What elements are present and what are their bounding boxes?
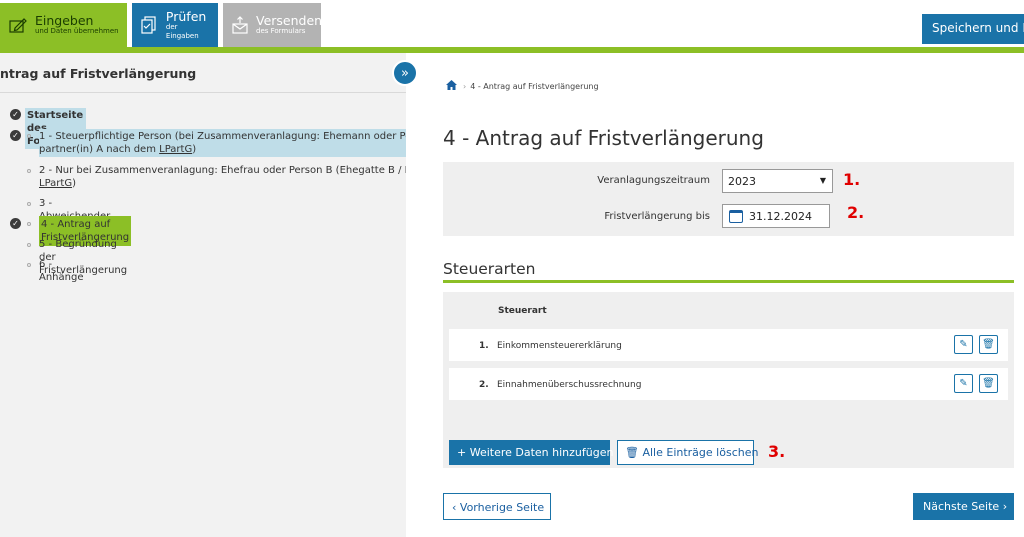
collapse-sidebar-button[interactable]: » — [392, 60, 418, 86]
delete-button[interactable]: 🗑 — [979, 335, 998, 354]
step-subtitle: der Eingaben — [165, 22, 199, 40]
page-title: 4 - Antrag auf Fristverlängerung — [443, 126, 764, 150]
breadcrumb-current: 4 - Antrag auf Fristverlängerung — [470, 82, 599, 91]
annotation-3: 3. — [768, 442, 786, 461]
step-pruefen[interactable]: Prüfen der Eingaben — [132, 3, 218, 47]
row-value: Einkommensteuererklärung — [497, 341, 622, 351]
check-icon: ✓ — [10, 109, 21, 120]
document-check-icon — [140, 16, 159, 34]
caret-down-icon: ▼ — [819, 176, 826, 185]
previous-page-label: Vorherige Seite — [459, 501, 545, 514]
row-value: Einnahmenüberschussrechnung — [497, 380, 642, 390]
section-title: Steuerarten — [443, 260, 536, 278]
edit-button[interactable]: ✎ — [954, 374, 973, 393]
trash-icon: 🗑 — [625, 446, 639, 459]
sidebar-item-label: ) — [192, 144, 197, 155]
step-versenden[interactable]: Versenden des Formulars — [223, 3, 323, 47]
step-title: Prüfen — [165, 8, 207, 24]
table-row: 2. Einnahmenüberschussrechnung ✎ 🗑 — [449, 368, 1008, 400]
chevron-right-icon: › — [463, 82, 467, 91]
double-chevron-right-icon: » — [401, 65, 409, 81]
trash-icon: 🗑 — [982, 339, 995, 350]
sidebar-item-label: 2 - Nur bei Zusammenveranlagung: Ehefrau… — [39, 165, 406, 176]
deadline-label: Fristverlängerung bis — [604, 211, 710, 222]
bullet-icon — [27, 263, 31, 267]
lpartg-link[interactable]: LPartG — [39, 178, 72, 189]
section-divider — [443, 280, 1014, 283]
period-select[interactable]: 2023 ▼ — [722, 169, 833, 193]
delete-all-button[interactable]: 🗑 Alle Einträge löschen — [617, 440, 758, 465]
sidebar-title: ntrag auf Fristverlängerung — [0, 53, 406, 93]
bullet-icon — [27, 243, 31, 247]
sidebar: ntrag auf Fristverlängerung ✓ Startseite… — [0, 53, 406, 537]
check-icon: ✓ — [10, 130, 21, 141]
edit-icon — [8, 16, 28, 34]
lpartg-link[interactable]: LPartG — [159, 144, 192, 155]
bullet-icon — [27, 202, 31, 206]
step-title: Eingeben — [35, 13, 94, 28]
breadcrumb: › 4 - Antrag auf Fristverlängerung — [446, 80, 599, 93]
trash-icon: 🗑 — [982, 378, 995, 389]
delete-all-label: Alle Einträge löschen — [642, 446, 759, 459]
deadline-date-input[interactable]: 31.12.2024 — [722, 204, 830, 228]
period-label: Veranlagungszeitraum — [597, 175, 710, 186]
pencil-icon: ✎ — [959, 378, 968, 389]
delete-button[interactable]: 🗑 — [979, 374, 998, 393]
pencil-icon: ✎ — [959, 339, 968, 350]
calendar-icon[interactable] — [729, 210, 743, 223]
step-title: Versenden — [256, 13, 323, 28]
form-section: Veranlagungszeitraum 2023 ▼ Fristverläng… — [443, 162, 1014, 236]
bullet-icon — [27, 169, 31, 173]
envelope-upload-icon — [231, 16, 249, 34]
deadline-value: 31.12.2024 — [749, 210, 812, 223]
next-page-label: Nächste Seite — [923, 500, 1000, 513]
sidebar-item-label: 1 - Steuerpflichtige Person (bei Zusamme… — [39, 131, 406, 142]
top-bar: Eingeben und Daten übernehmen Prüfen der… — [0, 0, 1024, 48]
annotation-1: 1. — [843, 170, 861, 189]
table-row: 1. Einkommensteuererklärung ✎ 🗑 — [449, 329, 1008, 361]
column-header: Steuerart — [498, 306, 547, 316]
edit-button[interactable]: ✎ — [954, 335, 973, 354]
sidebar-item-label: 6 - Anhänge — [39, 259, 84, 283]
sidebar-item-label: partner(in) A nach dem — [39, 144, 160, 155]
chevron-right-icon: › — [1002, 500, 1008, 513]
bullet-icon — [27, 222, 31, 226]
check-icon: ✓ — [10, 218, 21, 229]
step-subtitle: und Daten übernehmen — [35, 27, 119, 35]
add-data-button[interactable]: + Weitere Daten hinzufügen — [449, 440, 613, 465]
period-row: Veranlagungszeitraum 2023 ▼ — [443, 164, 1014, 197]
sidebar-item-label: ) — [72, 178, 76, 189]
chevron-left-icon: ‹ — [452, 501, 457, 514]
home-icon[interactable] — [446, 80, 457, 93]
step-subtitle: des Formulars — [256, 27, 306, 35]
row-number: 1. — [479, 341, 489, 351]
save-button[interactable]: Speichern und For — [922, 14, 1024, 44]
previous-page-button[interactable]: ‹ Vorherige Seite — [443, 493, 551, 520]
next-page-button[interactable]: Nächste Seite › — [913, 493, 1014, 520]
bullet-icon — [27, 134, 31, 138]
row-number: 2. — [479, 380, 489, 390]
period-value: 2023 — [728, 175, 756, 188]
deadline-row: Fristverlängerung bis 31.12.2024 — [443, 200, 1014, 233]
annotation-2: 2. — [847, 203, 865, 222]
step-eingeben[interactable]: Eingeben und Daten übernehmen — [0, 3, 127, 47]
